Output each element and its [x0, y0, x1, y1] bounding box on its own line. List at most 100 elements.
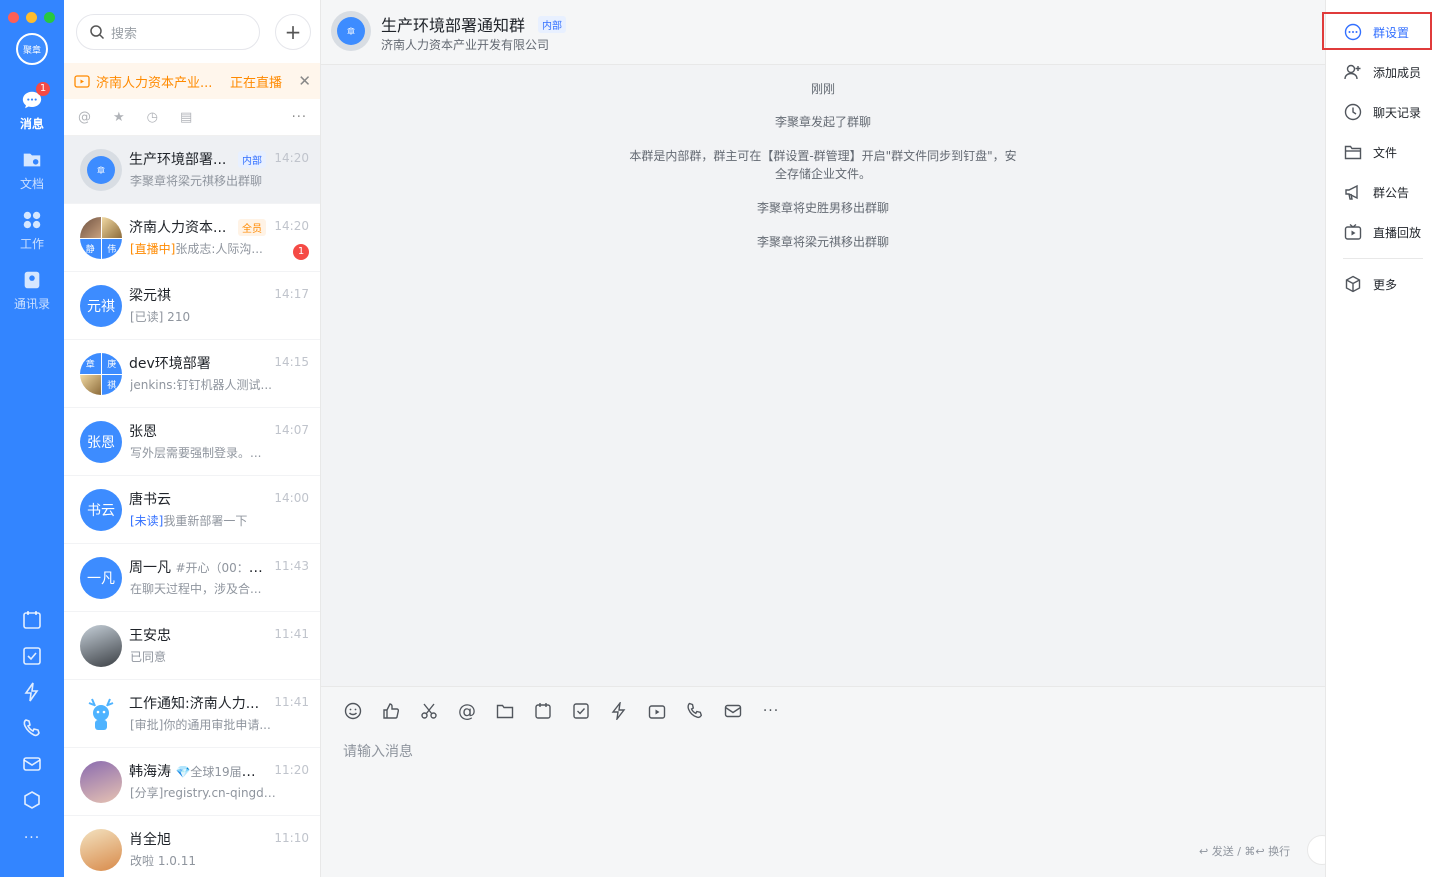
zoom-window-button[interactable] — [44, 12, 55, 23]
avatar — [80, 625, 122, 667]
conversation-item[interactable]: 章 庚 祺 dev环境部署 14:15 jenkins:钉钉机器人测试... — [64, 340, 320, 408]
minimize-window-button[interactable] — [26, 12, 37, 23]
conversation-time: 14:17 — [274, 287, 309, 301]
conversation-item[interactable]: 肖全旭 11:10 改啦 1.0.11 — [64, 816, 320, 877]
add-member-label: 添加成员 — [1373, 65, 1422, 80]
filter-more-button[interactable]: ··· — [292, 110, 307, 125]
thumbs-up-icon[interactable] — [381, 701, 401, 721]
name-status: #开心（00：0... — [175, 561, 264, 575]
live-banner[interactable]: 济南人力资本产业... 正在直播 ✕ — [64, 63, 320, 99]
avatar-quad-cell: 祺 — [101, 374, 122, 395]
lightning-icon — [24, 682, 39, 702]
conversation-name: 生产环境部署... — [129, 152, 227, 168]
todo-check-icon — [23, 647, 41, 665]
rail-ding-button[interactable] — [0, 674, 64, 710]
create-button[interactable]: + — [275, 14, 311, 50]
message-input[interactable]: 请输入消息 — [343, 741, 413, 761]
conversation-name: 唐书云 — [129, 492, 171, 508]
at-icon[interactable]: @ — [457, 701, 477, 722]
calendar-icon[interactable] — [533, 701, 553, 721]
folder-icon[interactable] — [495, 701, 515, 721]
unread-status-label: [未读] — [130, 514, 164, 528]
more-button[interactable]: 更多 — [1343, 264, 1397, 304]
scissors-icon[interactable] — [419, 701, 439, 721]
avatar[interactable]: 聚章 — [16, 33, 48, 65]
add-member-button[interactable]: 添加成员 — [1343, 52, 1421, 92]
conversation-item[interactable]: 王安忠 11:41 已同意 — [64, 612, 320, 680]
conversation-preview: 写外层需要强制登录。... — [130, 446, 262, 460]
close-icon[interactable]: ✕ — [298, 72, 311, 90]
rail-todo-button[interactable] — [0, 638, 64, 674]
nav-work[interactable]: 工作 — [0, 200, 64, 260]
conversation-time: 14:07 — [274, 423, 309, 437]
search-input[interactable]: 搜索 — [76, 14, 260, 50]
rail-more-button[interactable]: ··· — [0, 830, 64, 846]
rail-calendar-button[interactable] — [0, 602, 64, 638]
conversation-time: 11:10 — [274, 831, 309, 845]
conversation-item[interactable]: 章 生产环境部署... 内部 14:20 李聚章将梁元祺移出群聊 — [64, 136, 320, 204]
conversation-item[interactable]: 韩海涛 💎全球19届熬... 11:20 [分享]registry.cn-qin… — [64, 748, 320, 816]
avatar-quad-cell: 庚 — [101, 353, 122, 374]
live-tv-icon[interactable] — [647, 701, 667, 721]
conversation-name: 肖全旭 — [129, 832, 171, 848]
chat-subtitle: 济南人力资本产业开发有限公司 — [381, 38, 550, 52]
group-settings-button[interactable]: 群设置 — [1343, 12, 1409, 52]
conversation-item[interactable]: 元祺 梁元祺 14:17 [已读] 210 — [64, 272, 320, 340]
close-window-button[interactable] — [8, 12, 19, 23]
conversation-time: 11:41 — [274, 695, 309, 709]
archive-filter-icon[interactable]: ▤ — [180, 110, 192, 125]
nav-docs[interactable]: 文档 — [0, 140, 64, 200]
divider — [1343, 258, 1423, 259]
more-icon[interactable]: ··· — [761, 701, 781, 721]
system-message: 本群是内部群，群主可在【群设置-群管理】开启"群文件同步到钉盘"，安 — [629, 149, 1017, 163]
rail-mail-button[interactable] — [0, 746, 64, 782]
avatar: 书云 — [80, 489, 122, 531]
emoji-icon[interactable] — [343, 701, 363, 721]
avatar[interactable]: 章 — [331, 11, 371, 51]
conversation-item[interactable]: 张恩 张恩 14:07 写外层需要强制登录。... — [64, 408, 320, 476]
nav-contacts[interactable]: 通讯录 — [0, 260, 64, 320]
avatar — [80, 693, 122, 735]
avatar — [80, 829, 122, 871]
clock-filter-icon[interactable]: ◷ — [147, 110, 158, 125]
lightning-icon[interactable] — [609, 701, 629, 721]
conversation-item[interactable]: 静 伟 济南人力资本... 全员 14:20 [直播中]张成志:人际沟... 1 — [64, 204, 320, 272]
conversation-preview: 改啦 1.0.11 — [130, 854, 196, 868]
search-placeholder: 搜索 — [111, 26, 138, 42]
at-filter-icon[interactable]: @ — [78, 110, 91, 125]
todo-check-icon[interactable] — [571, 701, 591, 721]
nav-contacts-label: 通讯录 — [13, 296, 50, 311]
phone-icon[interactable] — [685, 701, 705, 721]
avatar-quad-cell — [80, 374, 101, 395]
internal-tag: 内部 — [238, 151, 266, 168]
conversation-name: 王安忠 — [129, 628, 171, 644]
conversation-item[interactable]: 一凡 周一凡 #开心（00：0... 11:43 在聊天过程中，涉及合... — [64, 544, 320, 612]
live-replay-button[interactable]: 直播回放 — [1343, 212, 1421, 252]
avatar-quad-cell: 静 — [80, 238, 101, 259]
chat-header: 章 生产环境部署通知群 内部 济南人力资本产业开发有限公司 — [321, 0, 1325, 65]
avatar: 章 庚 祺 — [80, 353, 122, 395]
clock-icon — [1343, 102, 1363, 122]
left-rail: 聚章 消息 1 文档 工作 通讯录 ··· — [0, 0, 64, 877]
all-members-tag: 全员 — [238, 219, 266, 236]
conversation-name: 韩海涛 💎全球19届熬... — [129, 761, 264, 781]
avatar: 张恩 — [80, 421, 122, 463]
conversation-item[interactable]: 书云 唐书云 14:00 [未读]我重新部署一下 — [64, 476, 320, 544]
chat-history-button[interactable]: 聊天记录 — [1343, 92, 1421, 132]
star-filter-icon[interactable]: ★ — [113, 110, 125, 125]
filter-row: @ ★ ◷ ▤ ··· — [64, 100, 320, 136]
avatar — [80, 761, 122, 803]
files-button[interactable]: 文件 — [1343, 132, 1397, 172]
conversation-item[interactable]: 工作通知:济南人力... 11:41 [审批]你的通用审批申请... — [64, 680, 320, 748]
group-announcement-button[interactable]: 群公告 — [1343, 172, 1409, 212]
rail-cube-button[interactable] — [0, 782, 64, 818]
conversation-preview: [分享]registry.cn-qingda... — [130, 786, 280, 800]
nav-messages[interactable]: 消息 1 — [0, 80, 64, 140]
folder-icon — [1343, 142, 1363, 162]
live-banner-title: 济南人力资本产业... — [96, 75, 213, 91]
rail-phone-button[interactable] — [0, 710, 64, 746]
mail-icon[interactable] — [723, 701, 743, 721]
system-message: 李聚章发起了群聊 — [774, 115, 871, 129]
files-label: 文件 — [1373, 145, 1398, 160]
conversation-preview: 已同意 — [130, 650, 167, 664]
